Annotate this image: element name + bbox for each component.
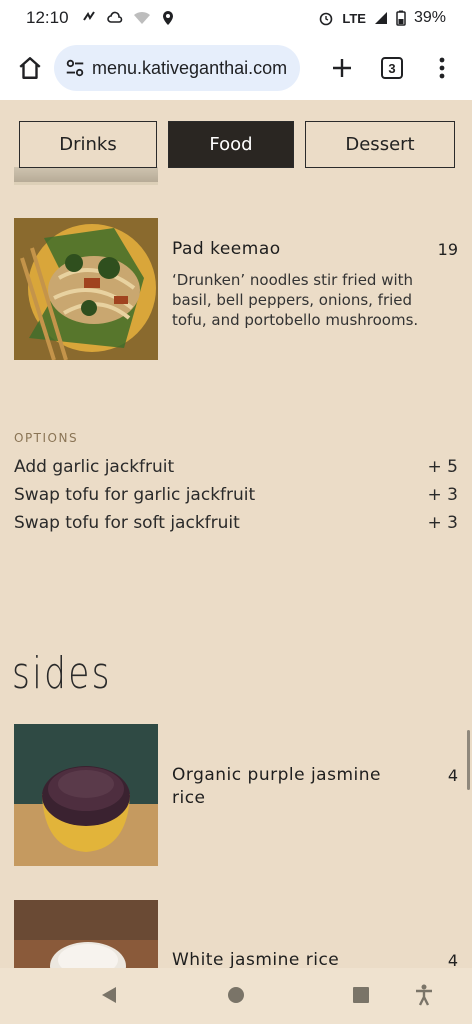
item-name: White jasmine rice: [172, 950, 340, 968]
address-bar[interactable]: menu.kativeganthai.com: [54, 45, 300, 91]
back-button[interactable]: [100, 986, 118, 1008]
previous-item-image: [14, 167, 158, 185]
recents-button[interactable]: [352, 986, 370, 1008]
home-icon: [19, 57, 41, 79]
menu-item-pad-keemao[interactable]: Pad keemao 19 ‘Drunken’ noodles stir fri…: [14, 218, 458, 368]
network-type: LTE: [342, 10, 366, 26]
section-title-sides: sides: [12, 648, 112, 699]
tab-dessert[interactable]: Dessert: [305, 121, 455, 168]
accessibility-button[interactable]: [414, 984, 434, 1010]
options-label: OPTIONS: [14, 431, 79, 445]
option-label: Swap tofu for soft jackfruit: [14, 513, 240, 533]
item-description: ‘Drunken’ noodles stir fried with basil,…: [172, 271, 419, 329]
signal-icon: [374, 12, 387, 24]
item-price: 4: [447, 766, 458, 785]
data-saver-icon: [82, 11, 95, 21]
wifi-icon: [133, 11, 150, 24]
scrollbar[interactable]: [467, 730, 470, 790]
option-price: + 3: [427, 513, 458, 533]
home-button[interactable]: [10, 48, 50, 88]
back-icon: [102, 987, 116, 1003]
status-time: 12:10: [26, 8, 69, 27]
cloud-icon: [106, 11, 122, 23]
location-icon: [162, 11, 173, 25]
site-settings-icon[interactable]: [64, 57, 86, 79]
menu-item-white-rice[interactable]: White jasmine rice 4: [14, 900, 458, 968]
browser-toolbar: menu.kativeganthai.com 3: [0, 36, 472, 100]
battery-icon: [396, 10, 406, 26]
alarm-icon: [320, 12, 333, 26]
white-rice-image: [14, 900, 158, 968]
tab-drinks[interactable]: Drinks: [19, 121, 157, 168]
option-label: Add garlic jackfruit: [14, 457, 175, 477]
accessibility-icon: [416, 984, 432, 1006]
new-tab-button[interactable]: [322, 48, 362, 88]
tab-switcher-button[interactable]: 3: [372, 48, 412, 88]
plus-icon: [333, 59, 351, 77]
status-bar: 12:10 LTE 39%: [0, 0, 472, 36]
pad-keemao-image: [14, 218, 158, 360]
option-price: + 3: [427, 485, 458, 505]
tab-food[interactable]: Food: [168, 121, 294, 168]
menu-page: Drinks Food Dessert Pad keemao 19 ‘Drunk…: [0, 100, 472, 968]
browser-menu-button[interactable]: [422, 48, 462, 88]
battery-level: 39%: [413, 9, 446, 26]
item-price: 4: [447, 951, 458, 968]
url-text: menu.kativeganthai.com: [92, 57, 288, 78]
option-label: Swap tofu for garlic jackfruit: [14, 485, 256, 505]
purple-rice-image: [14, 724, 158, 866]
option-price: + 5: [427, 457, 458, 477]
option-row[interactable]: Add garlic jackfruit + 5: [14, 457, 458, 481]
home-circle-icon: [228, 987, 244, 1003]
system-nav-bar: [0, 968, 472, 1024]
tab-count: 3: [381, 57, 403, 79]
item-name: Pad keemao: [172, 239, 281, 259]
option-row[interactable]: Swap tofu for soft jackfruit + 3: [14, 513, 458, 537]
item-name: Organic purple jasmine rice: [172, 765, 381, 808]
category-tabs: Drinks Food Dessert: [19, 121, 455, 168]
option-row[interactable]: Swap tofu for garlic jackfruit + 3: [14, 485, 458, 509]
menu-item-purple-rice[interactable]: Organic purple jasmine rice 4: [14, 724, 458, 874]
item-price: 19: [437, 240, 458, 259]
home-nav-button[interactable]: [227, 986, 245, 1008]
recents-icon: [353, 987, 369, 1003]
more-vert-icon: [439, 57, 445, 79]
